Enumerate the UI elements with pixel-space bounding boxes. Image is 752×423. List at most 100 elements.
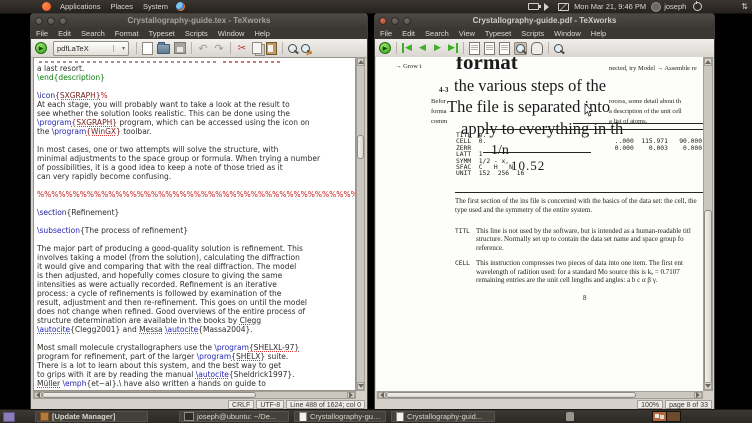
menu-item[interactable]: Scripts (516, 29, 549, 38)
menu-item[interactable]: Window (549, 29, 586, 38)
menu-item[interactable]: Edit (397, 29, 420, 38)
scroll-right-button[interactable] (347, 392, 355, 398)
editor-line: is then adjusted, and hopefully comes cl… (37, 271, 283, 280)
next-page-icon[interactable]: ▶ (432, 43, 443, 53)
open-file-icon[interactable] (157, 42, 170, 54)
scroll-down-button[interactable] (357, 382, 364, 390)
user-icon[interactable] (651, 1, 662, 12)
typeset-run-button[interactable]: ▶ (379, 42, 391, 54)
paste-icon[interactable] (266, 41, 277, 55)
save-file-icon[interactable] (174, 42, 186, 54)
trash-icon[interactable] (566, 412, 574, 421)
horizontal-scrollbar[interactable] (33, 391, 356, 399)
section-number: 4-3 (439, 86, 449, 94)
scrollbar-thumb[interactable] (386, 392, 636, 398)
scroll-down-button[interactable] (704, 382, 712, 390)
rule (483, 129, 703, 130)
first-page-icon[interactable]: ◀ (402, 43, 413, 53)
menu-item[interactable]: Edit (53, 29, 76, 38)
magnify-tool-icon[interactable] (516, 43, 525, 53)
workspace-2[interactable] (666, 412, 680, 421)
find-icon[interactable] (288, 43, 297, 53)
menu-places[interactable]: Places (105, 2, 138, 11)
scrollbar-thumb[interactable] (357, 135, 364, 159)
taskbar-item-label: Crystallography-guid... (407, 412, 483, 421)
menu-item[interactable]: File (31, 29, 53, 38)
hand-tool-icon[interactable] (531, 41, 543, 55)
titlebar[interactable]: Crystallography-guide.pdf - TeXworks (375, 14, 714, 27)
scroll-up-button[interactable] (704, 58, 712, 66)
menu-item[interactable]: View (454, 29, 480, 38)
redo-icon[interactable]: ↷ (213, 42, 225, 55)
scroll-right-button[interactable] (694, 392, 702, 398)
undo-icon[interactable]: ↶ (197, 42, 209, 55)
vertical-scrollbar[interactable] (356, 57, 365, 391)
scroll-left-button[interactable] (34, 392, 42, 398)
fit-window-icon[interactable] (499, 41, 510, 55)
scroll-up-button[interactable] (357, 58, 364, 66)
editor-line: can very rapidly become confusing. (37, 172, 172, 181)
vertical-scrollbar[interactable] (703, 57, 713, 391)
cut-icon[interactable]: ✂ (236, 42, 248, 54)
pdf-page[interactable]: → Grow t format nected, try Model → Asse… (376, 57, 703, 391)
show-desktop-icon[interactable] (3, 411, 15, 422)
clock[interactable]: Mon Mar 21, 9:46 PM (574, 2, 646, 11)
menu-item[interactable]: Help (586, 29, 611, 38)
text-line: a description of the unit cell (609, 108, 682, 115)
document-icon (396, 412, 404, 421)
taskbar-item-texworks-source[interactable]: Crystallography-guid... (294, 411, 386, 422)
taskbar-item-texworks-pdf[interactable]: Crystallography-guid... (391, 411, 495, 422)
battery-icon[interactable] (528, 3, 542, 10)
menu-item[interactable]: File (375, 29, 397, 38)
actual-size-icon[interactable] (469, 41, 480, 55)
messages-icon[interactable] (558, 2, 570, 11)
last-page-icon[interactable]: ▶ (447, 43, 458, 53)
editor-line: At each stage, you will probably want to… (37, 100, 290, 109)
eol-mode[interactable]: CRLF (228, 399, 255, 409)
titlebar[interactable]: Crystallography-guide.tex - TeXworks (31, 14, 367, 27)
firefox-icon[interactable] (175, 2, 185, 11)
scroll-left-button[interactable] (378, 392, 386, 398)
fit-width-icon[interactable] (484, 41, 495, 55)
copy-icon[interactable] (252, 42, 262, 54)
entry-label: CELL (455, 260, 470, 268)
texworks-pdf-window: Crystallography-guide.pdf - TeXworks Fil… (374, 13, 715, 410)
scrollbar-thumb[interactable] (42, 392, 256, 398)
package-icon (40, 412, 49, 421)
find-icon[interactable] (554, 43, 563, 53)
menu-item[interactable]: Typeset (480, 29, 516, 38)
menu-item[interactable]: Format (110, 29, 144, 38)
volume-icon[interactable] (544, 2, 554, 11)
power-icon[interactable] (693, 1, 703, 11)
menu-item[interactable]: Search (420, 29, 454, 38)
workspace-switcher[interactable] (652, 411, 681, 422)
scrollbar-thumb[interactable] (704, 210, 712, 390)
editor-line: minimal adjustments to the space group o… (37, 154, 321, 163)
zoom-level[interactable]: 100% (637, 399, 664, 409)
menu-item[interactable]: Window (213, 29, 250, 38)
menu-item[interactable]: Scripts (180, 29, 213, 38)
taskbar-item-update-manager[interactable]: [Update Manager] (35, 411, 148, 422)
engine-select[interactable]: pdfLaTeX ▾ (53, 40, 129, 56)
network-arrows-icon[interactable]: ⇅ (741, 2, 748, 11)
editor-line: The major part of producing a good-quali… (37, 244, 303, 253)
editor-text-area[interactable]: a last resort. \end{description} \icon{SX… (33, 57, 356, 391)
encoding[interactable]: UTF-8 (256, 399, 285, 409)
taskbar-item-terminal[interactable]: joseph@ubuntu: ~/De... (179, 411, 289, 422)
menu-item[interactable]: Typeset (144, 29, 180, 38)
workspace-1[interactable] (653, 412, 666, 421)
typeset-run-button[interactable]: ▶ (35, 42, 47, 54)
menu-item[interactable]: Help (249, 29, 274, 38)
menu-item[interactable]: Search (76, 29, 110, 38)
mouse-cursor (584, 103, 594, 117)
menu-system[interactable]: System (138, 2, 173, 11)
page-indicator[interactable]: page 8 of 33 (665, 399, 712, 409)
menu-applications[interactable]: Applications (55, 2, 105, 11)
ubuntu-logo-icon[interactable] (42, 2, 51, 11)
editor-line: of possibilities, it is a good idea to k… (37, 163, 283, 172)
horizontal-scrollbar[interactable] (377, 391, 703, 399)
previous-page-icon[interactable]: ◀ (417, 43, 428, 53)
new-file-icon[interactable] (142, 41, 153, 55)
editor-line: a last resort. (37, 64, 85, 73)
user-name[interactable]: joseph (664, 2, 686, 11)
